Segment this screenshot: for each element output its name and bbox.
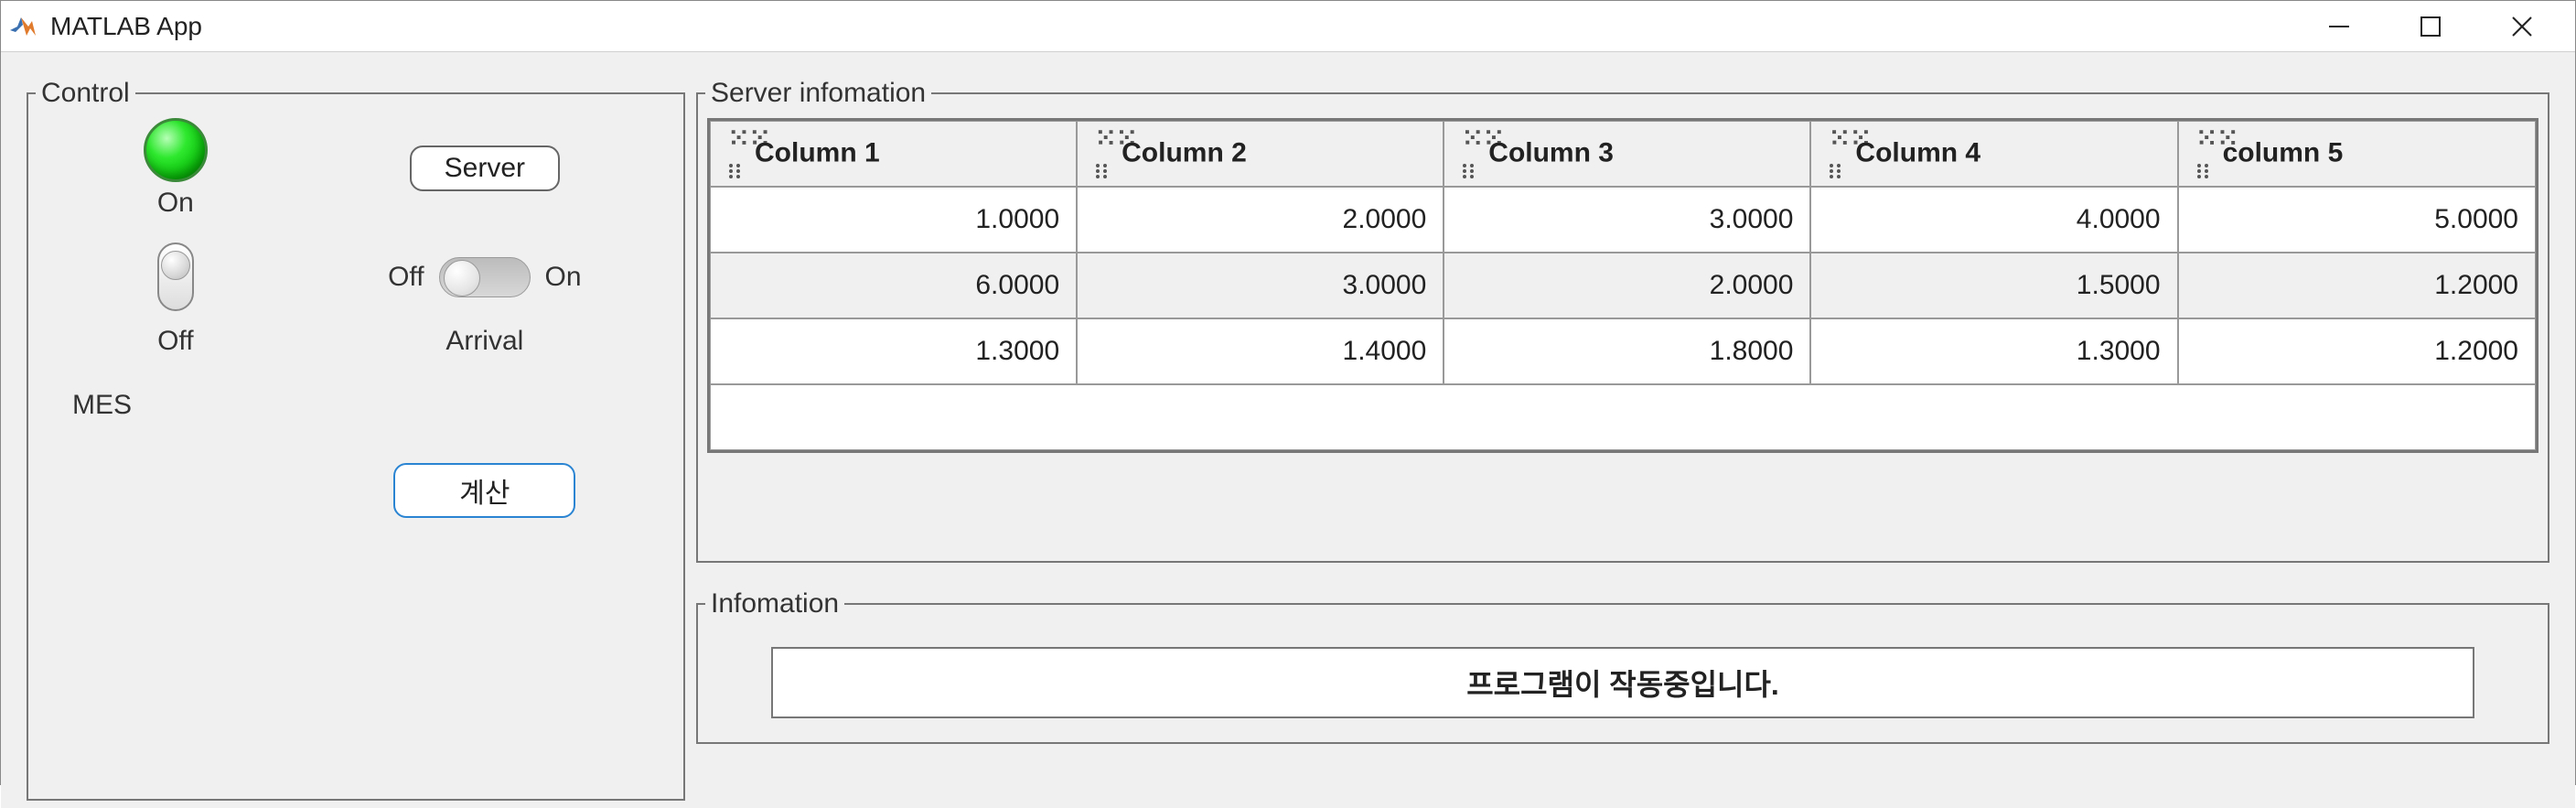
table-cell[interactable]: 2.0000 <box>1444 253 1810 318</box>
table-cell[interactable]: 1.2000 <box>2178 318 2536 384</box>
info-message: 프로그램이 작동중입니다. <box>771 647 2474 718</box>
rocker-switch-group <box>157 242 194 311</box>
server-info-panel: Server infomation Column 1 Column 2 Colu… <box>696 78 2549 563</box>
arrival-toggle-group: Off On <box>388 257 582 297</box>
table-cell[interactable]: 1.3000 <box>1810 318 2177 384</box>
matlab-icon <box>8 12 38 41</box>
table-cell[interactable]: 5.0000 <box>2178 187 2536 253</box>
table-row: 1.3000 1.4000 1.8000 1.3000 1.2000 <box>710 318 2536 384</box>
info-panel: Infomation 프로그램이 작동중입니다. <box>696 588 2549 744</box>
server-info-table[interactable]: Column 1 Column 2 Column 3 Column 4 colu… <box>707 118 2538 453</box>
table-row: 1.0000 2.0000 3.0000 4.0000 5.0000 <box>710 187 2536 253</box>
table-cell[interactable]: 3.0000 <box>1077 253 1444 318</box>
table-cell[interactable]: 4.0000 <box>1810 187 2177 253</box>
control-legend: Control <box>36 78 135 109</box>
calculate-button[interactable]: 계산 <box>393 463 575 518</box>
drag-handle-icon[interactable] <box>727 123 746 186</box>
right-column: Server infomation Column 1 Column 2 Colu… <box>696 78 2549 801</box>
table-cell[interactable]: 1.5000 <box>1810 253 2177 318</box>
table-cell[interactable]: 6.0000 <box>710 253 1077 318</box>
app-window: MATLAB App Control On Server <box>0 0 2576 785</box>
column-header: Column 3 <box>1444 121 1810 187</box>
drag-handle-icon[interactable] <box>2195 123 2214 186</box>
status-lamp <box>144 118 208 182</box>
drag-handle-icon[interactable] <box>1461 123 1479 186</box>
toggle-on-label: On <box>545 262 582 293</box>
toggle-off-label: Off <box>388 262 424 293</box>
status-lamp-group: On <box>144 118 208 219</box>
server-info-legend: Server infomation <box>705 78 931 109</box>
column-header: Column 1 <box>710 121 1077 187</box>
arrival-label: Arrival <box>445 326 523 357</box>
column-header: Column 2 <box>1077 121 1444 187</box>
control-panel: Control On Server Off On Off <box>27 78 685 801</box>
window-title: MATLAB App <box>50 12 202 41</box>
table-empty-row <box>710 384 2536 450</box>
titlebar: MATLAB App <box>1 1 2575 52</box>
table-cell[interactable]: 1.3000 <box>710 318 1077 384</box>
maximize-button[interactable] <box>2385 1 2476 52</box>
status-lamp-label: On <box>157 188 194 219</box>
mes-label: MES <box>47 390 132 421</box>
drag-handle-icon[interactable] <box>1828 123 1846 186</box>
info-legend: Infomation <box>705 588 844 619</box>
table-cell[interactable]: 1.2000 <box>2178 253 2536 318</box>
column-header: Column 4 <box>1810 121 2177 187</box>
close-button[interactable] <box>2476 1 2568 52</box>
server-button[interactable]: Server <box>410 145 560 191</box>
table-cell[interactable]: 1.0000 <box>710 187 1077 253</box>
table-cell[interactable]: 2.0000 <box>1077 187 1444 253</box>
table-cell[interactable]: 1.4000 <box>1077 318 1444 384</box>
arrival-toggle[interactable] <box>439 257 531 297</box>
table-row: 6.0000 3.0000 2.0000 1.5000 1.2000 <box>710 253 2536 318</box>
column-header: column 5 <box>2178 121 2536 187</box>
drag-handle-icon[interactable] <box>1094 123 1112 186</box>
rocker-switch[interactable] <box>157 242 194 311</box>
table-cell[interactable]: 1.8000 <box>1444 318 1810 384</box>
table-cell[interactable]: 3.0000 <box>1444 187 1810 253</box>
rocker-off-label: Off <box>157 326 193 357</box>
minimize-button[interactable] <box>2293 1 2385 52</box>
app-body: Control On Server Off On Off <box>1 52 2575 808</box>
